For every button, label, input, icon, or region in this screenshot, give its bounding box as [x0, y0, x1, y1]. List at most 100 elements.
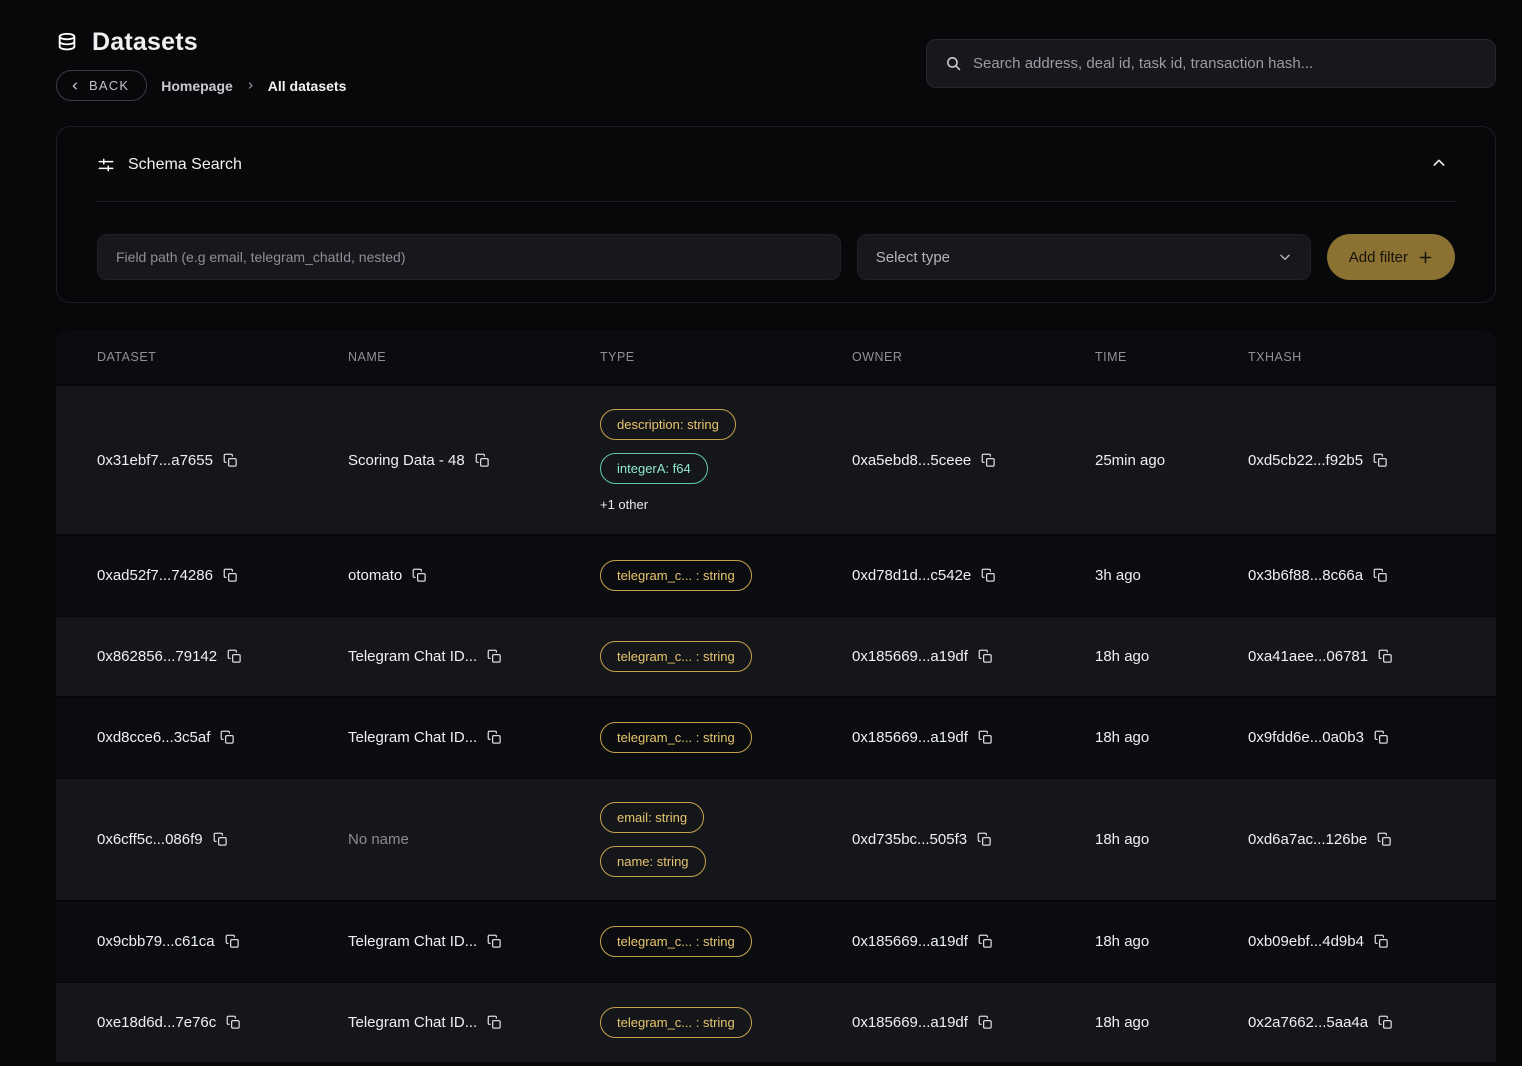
search-icon	[945, 55, 962, 72]
copy-icon[interactable]	[487, 649, 502, 664]
table-row[interactable]: 0xad52f7...74286 otomato telegram_c... :…	[56, 534, 1496, 615]
copy-icon[interactable]	[1377, 832, 1392, 847]
table-header-row: DATASET NAME TYPE OWNER TIME TXHASH	[56, 330, 1496, 384]
copy-icon[interactable]	[981, 568, 996, 583]
chevron-down-icon	[1278, 250, 1292, 264]
column-header-txhash: TXHASH	[1248, 350, 1480, 364]
search-input[interactable]	[973, 55, 1477, 72]
owner-hash: 0xd78d1d...c542e	[852, 567, 971, 584]
copy-icon[interactable]	[487, 1015, 502, 1030]
copy-icon[interactable]	[978, 730, 993, 745]
owner-hash: 0x185669...a19df	[852, 933, 968, 950]
time-label: 25min ago	[1095, 452, 1165, 469]
type-select-value: Select type	[876, 249, 950, 266]
copy-icon[interactable]	[1374, 730, 1389, 745]
title-area: Datasets BACK Homepage All datasets	[56, 28, 346, 101]
copy-icon[interactable]	[223, 453, 238, 468]
type-badge: email: string	[600, 802, 704, 833]
copy-icon[interactable]	[227, 649, 242, 664]
txhash: 0xa41aee...06781	[1248, 648, 1368, 665]
column-header-name: NAME	[348, 350, 600, 364]
back-button[interactable]: BACK	[56, 70, 147, 101]
copy-icon[interactable]	[978, 1015, 993, 1030]
table-row[interactable]: 0xd8cce6...3c5af Telegram Chat ID... tel…	[56, 696, 1496, 777]
table-row[interactable]: 0x9cbb79...c61ca Telegram Chat ID... tel…	[56, 900, 1496, 981]
time-label: 18h ago	[1095, 648, 1149, 665]
table-row[interactable]: 0xe18d6d...7e76c Telegram Chat ID... tel…	[56, 981, 1496, 1062]
dataset-name: Scoring Data - 48	[348, 452, 465, 469]
dataset-hash: 0xe18d6d...7e76c	[97, 1014, 216, 1031]
txhash: 0x3b6f88...8c66a	[1248, 567, 1363, 584]
breadcrumb-homepage[interactable]: Homepage	[161, 78, 233, 94]
dataset-hash: 0xd8cce6...3c5af	[97, 729, 210, 746]
type-badge: telegram_c... : string	[600, 641, 752, 672]
table-row[interactable]: 0x31ebf7...a7655 Scoring Data - 48 descr…	[56, 384, 1496, 534]
column-header-owner: OWNER	[852, 350, 1095, 364]
column-header-type: TYPE	[600, 350, 852, 364]
chevron-right-icon	[246, 81, 255, 90]
type-badge: telegram_c... : string	[600, 722, 752, 753]
type-badge: telegram_c... : string	[600, 1007, 752, 1038]
copy-icon[interactable]	[1378, 649, 1393, 664]
copy-icon[interactable]	[412, 568, 427, 583]
time-label: 3h ago	[1095, 567, 1141, 584]
txhash: 0x9fdd6e...0a0b3	[1248, 729, 1364, 746]
copy-icon[interactable]	[213, 832, 228, 847]
copy-icon[interactable]	[220, 730, 235, 745]
copy-icon[interactable]	[223, 568, 238, 583]
copy-icon[interactable]	[1373, 568, 1388, 583]
type-badge: integerA: f64	[600, 453, 708, 484]
schema-search-panel: Schema Search Select type Add filter	[56, 126, 1496, 303]
type-badge: description: string	[600, 409, 736, 440]
txhash: 0xd6a7ac...126be	[1248, 831, 1367, 848]
table-row[interactable]: 0x6cff5c...086f9 No name email: string n…	[56, 777, 1496, 900]
add-filter-button[interactable]: Add filter	[1327, 234, 1455, 280]
txhash: 0xd5cb22...f92b5	[1248, 452, 1363, 469]
dataset-name: Telegram Chat ID...	[348, 933, 477, 950]
copy-icon[interactable]	[226, 1015, 241, 1030]
copy-icon[interactable]	[487, 730, 502, 745]
dataset-hash: 0x31ebf7...a7655	[97, 452, 213, 469]
datasets-table: DATASET NAME TYPE OWNER TIME TXHASH 0x31…	[56, 330, 1496, 1062]
collapse-panel-button[interactable]	[1427, 151, 1451, 178]
owner-hash: 0x185669...a19df	[852, 1014, 968, 1031]
copy-icon[interactable]	[1378, 1015, 1393, 1030]
type-badge: name: string	[600, 846, 706, 877]
global-search-bar[interactable]	[926, 39, 1496, 88]
type-badge: telegram_c... : string	[600, 926, 752, 957]
copy-icon[interactable]	[978, 649, 993, 664]
copy-icon[interactable]	[475, 453, 490, 468]
owner-hash: 0x185669...a19df	[852, 729, 968, 746]
type-select[interactable]: Select type	[857, 234, 1311, 280]
txhash: 0xb09ebf...4d9b4	[1248, 933, 1364, 950]
field-path-input[interactable]	[97, 234, 841, 280]
more-types-label: +1 other	[600, 497, 648, 512]
page-title: Datasets	[92, 28, 198, 57]
topbar: Datasets BACK Homepage All datasets	[56, 28, 1496, 101]
copy-icon[interactable]	[1374, 934, 1389, 949]
dataset-hash: 0xad52f7...74286	[97, 567, 213, 584]
copy-icon[interactable]	[225, 934, 240, 949]
txhash: 0x2a7662...5aa4a	[1248, 1014, 1368, 1031]
owner-hash: 0x185669...a19df	[852, 648, 968, 665]
copy-icon[interactable]	[981, 453, 996, 468]
back-label: BACK	[89, 78, 129, 93]
dataset-name: Telegram Chat ID...	[348, 648, 477, 665]
time-label: 18h ago	[1095, 1014, 1149, 1031]
dataset-hash: 0x9cbb79...c61ca	[97, 933, 215, 950]
panel-title: Schema Search	[128, 156, 242, 174]
type-badge: telegram_c... : string	[600, 560, 752, 591]
table-row[interactable]: 0x862856...79142 Telegram Chat ID... tel…	[56, 615, 1496, 696]
panel-divider	[97, 201, 1455, 202]
dataset-name: Telegram Chat ID...	[348, 729, 477, 746]
time-label: 18h ago	[1095, 831, 1149, 848]
copy-icon[interactable]	[978, 934, 993, 949]
add-filter-label: Add filter	[1349, 249, 1408, 266]
column-header-time: TIME	[1095, 350, 1248, 364]
copy-icon[interactable]	[1373, 453, 1388, 468]
dataset-hash: 0x6cff5c...086f9	[97, 831, 203, 848]
copy-icon[interactable]	[977, 832, 992, 847]
dataset-name: Telegram Chat ID...	[348, 1014, 477, 1031]
chevron-left-icon	[70, 81, 80, 91]
copy-icon[interactable]	[487, 934, 502, 949]
